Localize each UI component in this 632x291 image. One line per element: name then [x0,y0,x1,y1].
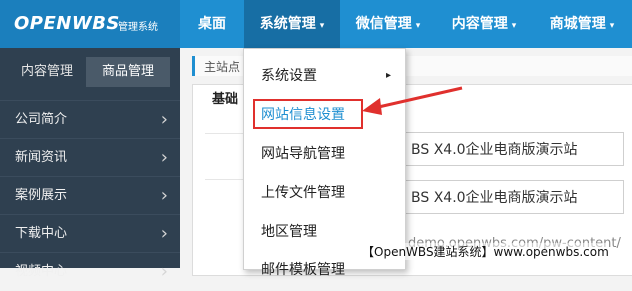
chevron-down-icon: ▾ [415,21,421,31]
sidebar-item-downloads[interactable]: 下载中心 › [0,214,180,253]
sidebar-item-label: 下载中心 [15,226,68,241]
menu-item-site-nav-management[interactable]: 网站导航管理 [244,135,405,173]
watermark: 【OpenWBS建站系统】www.openwbs.com [362,243,609,260]
sidebar-item-company-profile[interactable]: 公司简介 › [0,100,180,139]
nav-system-label: 系统管理 [259,16,316,32]
nav-desktop[interactable]: 桌面 [180,0,244,48]
nav-wechat-management[interactable]: 微信管理 ▾ [340,0,436,48]
sidebar: 内容管理 商品管理 公司简介 › 新闻资讯 › 案例展示 › 下载中心 › 视频… [0,48,180,282]
system-management-dropdown: 系统设置 ▸ 网站信息设置 网站导航管理 上传文件管理 地区管理 邮件模板管理 [243,48,406,278]
menu-item-label: 网站导航管理 [261,146,345,162]
sidebar-item-news[interactable]: 新闻资讯 › [0,138,180,177]
sidebar-item-videos[interactable]: 视频中心 › [0,252,180,291]
nav-system-management[interactable]: 系统管理 ▾ [244,0,340,48]
nav-mall-management[interactable]: 商城管理 ▾ [532,0,632,48]
chevron-right-icon: › [160,185,168,206]
nav-wechat-label: 微信管理 [355,16,412,32]
chevron-right-icon: › [160,109,168,130]
menu-item-label: 系统设置 [261,68,317,84]
menu-item-label: 上传文件管理 [261,185,345,201]
sidebar-item-label: 新闻资讯 [15,150,68,165]
chevron-right-icon: › [160,147,168,168]
chevron-down-icon: ▾ [609,21,615,31]
menu-item-label: 地区管理 [261,224,317,240]
sidebar-item-cases[interactable]: 案例展示 › [0,176,180,215]
nav-content-label: 内容管理 [451,16,508,32]
menu-item-upload-file-management[interactable]: 上传文件管理 [244,174,405,212]
sidebar-tab-content[interactable]: 内容管理 [8,57,86,87]
site-name-field[interactable]: BS X4.0企业电商版演示站 [402,132,624,166]
highlight-box [253,99,363,129]
sidebar-tab-products[interactable]: 商品管理 [86,57,170,87]
top-navbar: OPENWBS 管理系统 桌面 系统管理 ▾ 微信管理 ▾ 内容管理 ▾ 商城管理 ▾ [0,0,632,48]
logo-text: OPENWBS [14,13,120,34]
chevron-down-icon: ▾ [319,21,325,31]
logo-subtitle: 管理系统 [118,22,158,33]
sidebar-item-label: 视频中心 [15,264,68,279]
chevron-right-icon: › [160,223,168,244]
logo[interactable]: OPENWBS 管理系统 [0,0,180,48]
nav-content-management[interactable]: 内容管理 ▾ [436,0,532,48]
menu-item-label: 邮件模板管理 [261,262,345,278]
nav-desktop-label: 桌面 [198,16,226,32]
chevron-down-icon: ▾ [511,21,517,31]
red-arrow-icon [362,86,463,115]
sidebar-item-label: 案例展示 [15,188,68,203]
sidebar-item-label: 公司简介 [15,112,68,127]
nav-mall-label: 商城管理 [549,16,606,32]
breadcrumb-text[interactable]: 主站点 [204,58,240,75]
site-title-field[interactable]: BS X4.0企业电商版演示站 [402,180,624,214]
chevron-right-icon: › [160,261,168,282]
